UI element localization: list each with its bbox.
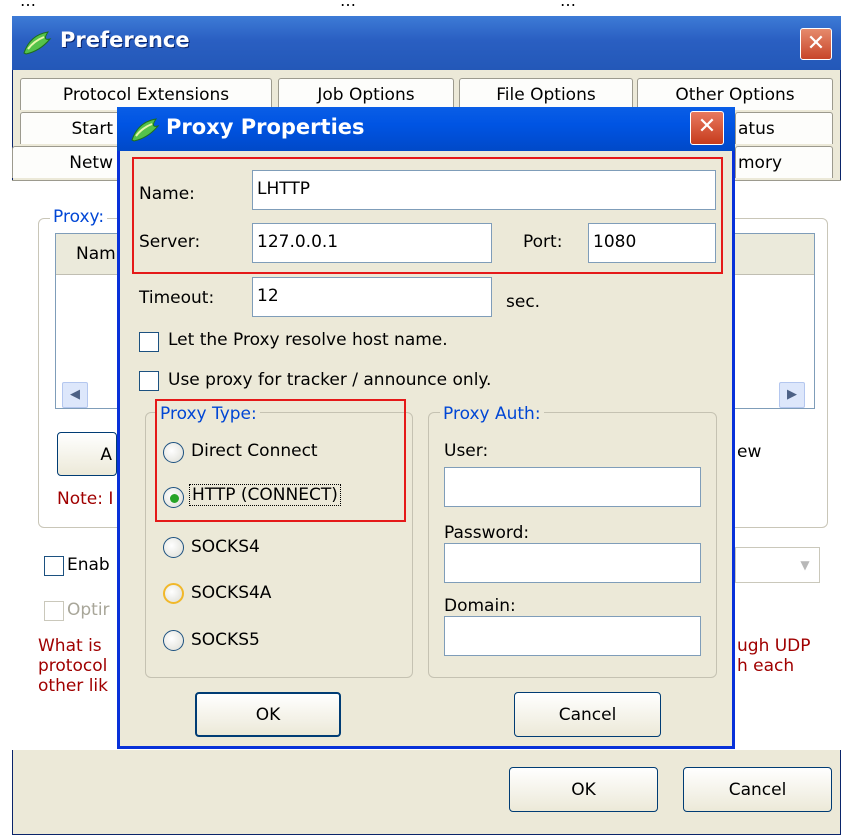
timeout-unit: sec.	[506, 292, 541, 312]
background-text: …	[560, 0, 576, 10]
radio-direct-connect[interactable]	[163, 442, 184, 463]
help-text-right: ugh UDP h each	[737, 636, 811, 676]
proxy-ok-button[interactable]: OK	[195, 692, 341, 737]
domain-input[interactable]	[444, 616, 701, 656]
domain-label: Domain:	[444, 596, 516, 616]
new-proxy-button[interactable]: ew	[737, 442, 761, 462]
help-line: protocol	[38, 656, 108, 676]
direct-connect-label[interactable]: Direct Connect	[191, 441, 318, 461]
server-input[interactable]: 127.0.0.1	[252, 223, 492, 263]
timeout-label: Timeout:	[139, 288, 215, 308]
enable-checkbox[interactable]	[44, 556, 64, 576]
app-logo-icon	[130, 116, 162, 144]
preference-cancel-button[interactable]: Cancel	[683, 767, 832, 812]
tab-protocol-extensions[interactable]: Protocol Extensions	[20, 78, 272, 110]
preference-close-button[interactable]: ✕	[800, 28, 832, 60]
option-label: Optir	[67, 600, 110, 620]
resolve-host-label[interactable]: Let the Proxy resolve host name.	[168, 330, 448, 350]
proxy-group-label: Proxy:	[50, 207, 108, 227]
proxy-auth-label: Proxy Auth:	[440, 404, 544, 424]
background-text: …	[340, 0, 356, 10]
tab-network[interactable]: Netw	[12, 146, 120, 178]
port-label: Port:	[523, 232, 563, 252]
option-dropdown[interactable]: ▼	[735, 547, 820, 583]
user-label: User:	[444, 441, 489, 461]
app-logo-icon	[22, 29, 54, 57]
help-line: ugh UDP	[737, 636, 811, 656]
option-checkbox	[44, 601, 64, 621]
help-line: h each	[737, 656, 795, 676]
name-label: Name:	[139, 184, 195, 204]
help-line: other lik	[38, 676, 108, 696]
tab-memory[interactable]: mory	[735, 146, 833, 178]
radio-socks5[interactable]	[163, 630, 184, 651]
tab-file-options[interactable]: File Options	[459, 78, 633, 110]
background-app-strip: … … …	[0, 0, 841, 16]
radio-socks4a[interactable]	[163, 583, 184, 604]
note-text: Note: I	[57, 489, 114, 509]
password-input[interactable]	[444, 543, 701, 583]
tab-other-options[interactable]: Other Options	[637, 78, 833, 110]
radio-socks4[interactable]	[163, 537, 184, 558]
socks5-label[interactable]: SOCKS5	[191, 630, 260, 650]
scroll-right-icon[interactable]: ▶	[779, 382, 805, 408]
tab-status[interactable]: atus	[735, 112, 833, 144]
proxy-dialog-title: Proxy Properties	[166, 115, 365, 139]
tab-start[interactable]: Start	[20, 112, 120, 144]
http-connect-label[interactable]: HTTP (CONNECT)	[189, 484, 341, 506]
name-input[interactable]: LHTTP	[252, 170, 716, 210]
server-label: Server:	[139, 232, 201, 252]
port-input[interactable]: 1080	[588, 223, 716, 263]
socks4-label[interactable]: SOCKS4	[191, 537, 260, 557]
enable-label: Enab	[67, 555, 110, 575]
preference-title: Preference	[60, 28, 190, 52]
tracker-only-checkbox[interactable]	[139, 371, 159, 391]
radio-selected-dot	[170, 494, 179, 503]
proxy-type-label: Proxy Type:	[157, 404, 260, 424]
resolve-host-checkbox[interactable]	[139, 332, 159, 352]
help-line: What is	[38, 636, 102, 656]
radio-http-connect[interactable]	[163, 487, 184, 508]
tab-job-options[interactable]: Job Options	[278, 78, 454, 110]
timeout-input[interactable]: 12	[252, 277, 492, 317]
password-label: Password:	[444, 523, 530, 543]
tracker-only-label[interactable]: Use proxy for tracker / announce only.	[168, 370, 491, 390]
user-input[interactable]	[444, 467, 701, 507]
proxy-cancel-button[interactable]: Cancel	[514, 692, 661, 737]
add-proxy-button[interactable]: A	[57, 432, 117, 476]
background-text: …	[20, 0, 36, 10]
preference-ok-button[interactable]: OK	[509, 767, 658, 812]
dropdown-arrow-icon: ▼	[800, 558, 810, 572]
scroll-left-icon[interactable]: ◀	[62, 382, 88, 408]
proxy-close-button[interactable]: ✕	[690, 111, 724, 145]
help-text-left: What is protocol other lik	[38, 636, 108, 696]
socks4a-label[interactable]: SOCKS4A	[191, 583, 271, 603]
